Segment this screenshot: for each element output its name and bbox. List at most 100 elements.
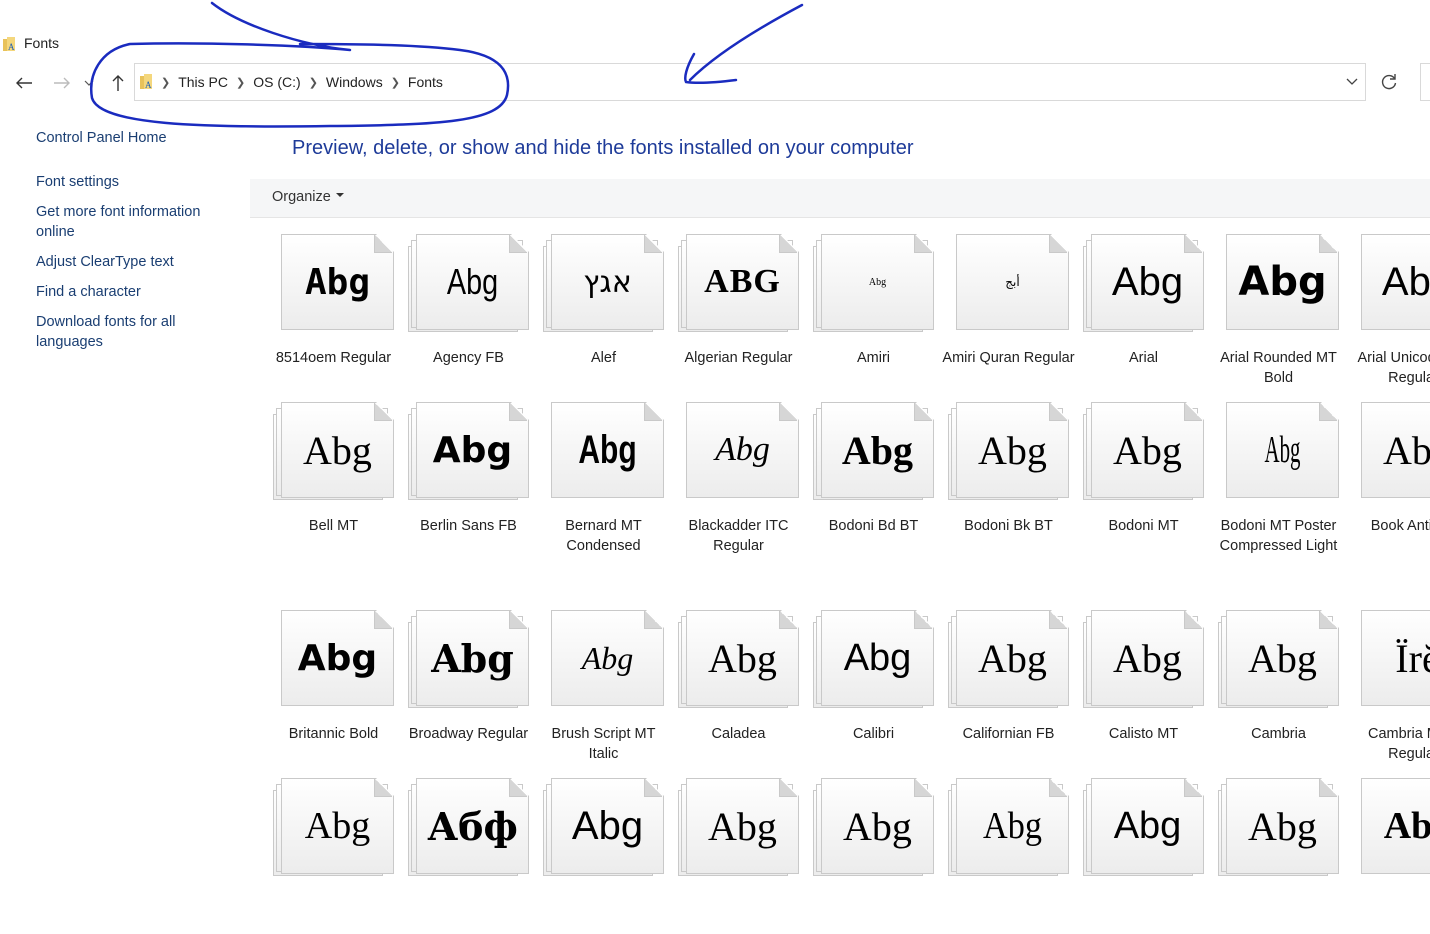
font-sample-text: Abg <box>1264 429 1301 471</box>
font-preview-icon: Abg <box>813 610 935 710</box>
font-name-label: Bell MT <box>308 518 359 534</box>
font-sample-text: Abg <box>978 635 1047 681</box>
font-tile[interactable]: Abg Book Antiqua <box>1346 398 1430 558</box>
font-preview-icon: Abg <box>1218 610 1340 710</box>
crumb-windows[interactable]: Windows <box>320 74 389 90</box>
font-name-label: Cambria <box>1251 726 1306 742</box>
font-tile[interactable]: Abg Calibri <box>806 606 941 766</box>
download-fonts-link[interactable]: Download fonts for all languages <box>36 312 236 352</box>
chevron-right-icon[interactable]: ❯ <box>389 76 402 89</box>
address-dropdown-button[interactable] <box>1345 74 1359 93</box>
more-font-info-link[interactable]: Get more font information online <box>36 202 236 242</box>
font-tile[interactable]: Abg Agency FB <box>401 230 536 390</box>
font-tile[interactable]: Abg <box>671 774 806 934</box>
font-tile[interactable]: Abg <box>806 774 941 934</box>
font-tile[interactable]: ABG Algerian Regular <box>671 230 806 390</box>
refresh-button[interactable] <box>1370 63 1408 101</box>
font-tile[interactable]: Ïrĕ Cambria Math Regular <box>1346 606 1430 766</box>
font-tile[interactable]: Abg 8514oem Regular <box>266 230 401 390</box>
font-preview-icon: Abg <box>273 234 395 334</box>
recent-locations-button[interactable] <box>80 70 98 96</box>
font-preview-icon: Abg <box>543 402 665 502</box>
font-sample-text: Abg <box>1113 804 1182 847</box>
font-preview-icon: Ïrĕ <box>1353 610 1430 710</box>
font-tile[interactable]: Абф <box>401 774 536 934</box>
font-tile[interactable]: Abg Bodoni Bd BT <box>806 398 941 558</box>
title-bar: A Fonts <box>0 30 300 56</box>
font-tile[interactable]: Abg <box>536 774 671 934</box>
back-arrow-icon <box>16 77 32 89</box>
font-tile[interactable]: Abg <box>941 774 1076 934</box>
font-name-label: Brush Script MT Italic <box>551 726 656 762</box>
font-preview-icon: Abg <box>408 234 530 334</box>
font-tile[interactable]: Abg <box>1346 774 1430 934</box>
font-tile[interactable]: Abg Bodoni MT <box>1076 398 1211 558</box>
font-preview-icon: Abg <box>273 778 395 878</box>
font-tile[interactable]: Abg Californian FB <box>941 606 1076 766</box>
font-tile[interactable]: Abg Blackadder ITC Regular <box>671 398 806 558</box>
font-tile[interactable]: Abg Amiri <box>806 230 941 390</box>
font-tile[interactable]: Abg Caladea <box>671 606 806 766</box>
font-name-label: Bernard MT Condensed <box>565 518 642 554</box>
font-tile[interactable]: אגץ Alef <box>536 230 671 390</box>
font-tile[interactable]: Abg Bodoni MT Poster Compressed Light <box>1211 398 1346 558</box>
font-name-label: Bodoni MT <box>1108 518 1179 534</box>
font-preview-icon: Abg <box>813 234 935 334</box>
chevron-right-icon[interactable]: ❯ <box>234 76 247 89</box>
font-tile[interactable]: Abg Britannic Bold <box>266 606 401 766</box>
control-panel-home-link[interactable]: Control Panel Home <box>36 128 236 148</box>
forward-button[interactable] <box>49 70 75 96</box>
font-name-label: Broadway Regular <box>408 726 529 742</box>
font-tile[interactable]: Abg Bell MT <box>266 398 401 558</box>
font-preview-icon: Abg <box>543 610 665 710</box>
up-button[interactable] <box>105 70 131 96</box>
font-tile[interactable]: Abg Bodoni Bk BT <box>941 398 1076 558</box>
font-tile[interactable]: Abg <box>1211 774 1346 934</box>
font-sample-text: Abg <box>1248 803 1317 849</box>
font-tile[interactable]: Abg Bernard MT Condensed <box>536 398 671 558</box>
font-name-label: Algerian Regular <box>684 350 793 366</box>
font-name-label: Berlin Sans FB <box>420 518 517 534</box>
font-preview-icon: Abg <box>813 402 935 502</box>
font-sample-text: Abg <box>581 639 634 676</box>
crumb-os-c[interactable]: OS (C:) <box>247 74 306 90</box>
organize-menu-button[interactable]: Organize <box>272 189 344 205</box>
font-sample-text: Abg <box>297 637 378 679</box>
find-character-link[interactable]: Find a character <box>36 282 236 302</box>
font-tile[interactable]: Abg Arial Rounded MT Bold <box>1211 230 1346 390</box>
chevron-right-icon[interactable]: ❯ <box>307 76 320 89</box>
font-tile[interactable]: Abg Brush Script MT Italic <box>536 606 671 766</box>
search-box[interactable] <box>1420 63 1430 101</box>
font-sample-text: Abg <box>304 261 371 303</box>
font-tile[interactable]: Abg Cambria <box>1211 606 1346 766</box>
font-tile[interactable]: Abg Broadway Regular <box>401 606 536 766</box>
font-tile[interactable]: أبج Amiri Quran Regular <box>941 230 1076 390</box>
font-name-label: Bodoni Bd BT <box>828 518 919 534</box>
font-preview-icon: Abg <box>678 778 800 878</box>
font-name-label: Calibri <box>852 726 895 742</box>
font-sample-text: Abg <box>841 427 914 473</box>
font-settings-link[interactable]: Font settings <box>36 172 236 192</box>
font-tile[interactable]: Abg Arial <box>1076 230 1211 390</box>
font-preview-icon: Abg <box>948 610 1070 710</box>
font-tile[interactable]: Abg <box>266 774 401 934</box>
font-tile[interactable]: Abg Arial Unicode MS Regular <box>1346 230 1430 390</box>
font-sample-text: ABG <box>704 263 781 300</box>
font-preview-icon: Abg <box>1218 402 1340 502</box>
crumb-fonts[interactable]: Fonts <box>402 74 449 90</box>
font-preview-icon: אגץ <box>543 234 665 334</box>
font-tile[interactable]: Abg Berlin Sans FB <box>401 398 536 558</box>
font-sample-text: Abg <box>868 276 887 288</box>
cleartype-link[interactable]: Adjust ClearType text <box>36 252 236 272</box>
font-tile[interactable]: Abg Calisto MT <box>1076 606 1211 766</box>
crumb-this-pc[interactable]: This PC <box>172 74 234 90</box>
address-bar[interactable]: A ❯ This PC ❯ OS (C:) ❯ Windows ❯ Fonts <box>134 63 1366 101</box>
font-tile[interactable]: Abg <box>1076 774 1211 934</box>
font-sample-text: Abg <box>446 261 499 302</box>
back-button[interactable] <box>11 70 37 96</box>
chevron-right-icon[interactable]: ❯ <box>159 76 172 89</box>
breadcrumb: ❯ This PC ❯ OS (C:) ❯ Windows ❯ Fonts <box>159 64 449 100</box>
font-sample-text: Abg <box>1248 635 1317 681</box>
font-name-label: Amiri Quran Regular <box>942 350 1075 366</box>
fonts-folder-icon: A <box>3 37 19 57</box>
